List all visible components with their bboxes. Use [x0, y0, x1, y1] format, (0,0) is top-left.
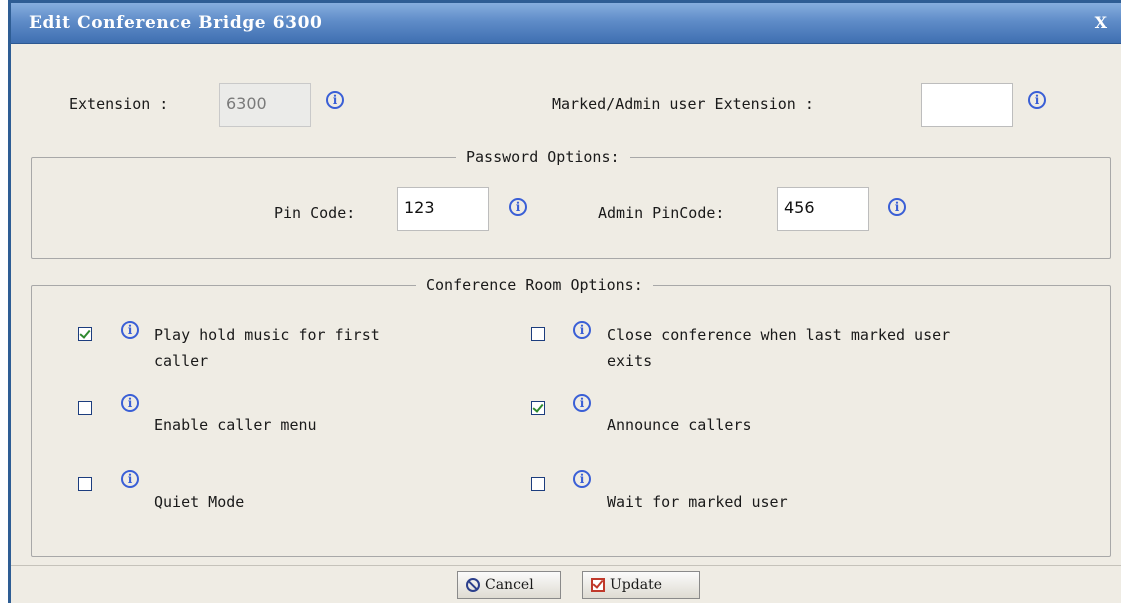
password-options-legend: Password Options:	[456, 148, 630, 166]
close-conference-label: Close conference when last marked user e…	[607, 326, 951, 370]
announce-callers-checkbox[interactable]	[531, 401, 545, 415]
info-icon[interactable]: i	[1028, 91, 1046, 109]
caller-menu-label: Enable caller menu	[154, 416, 317, 434]
dialog-titlebar: Edit Conference Bridge 6300 X	[11, 3, 1121, 44]
cancel-button[interactable]: Cancel	[457, 571, 561, 599]
info-icon[interactable]: i	[509, 198, 527, 216]
extension-label: Extension :	[69, 95, 169, 113]
checkbox-icon	[591, 578, 605, 592]
wait-marked-user-label: Wait for marked user	[607, 493, 788, 511]
info-icon[interactable]: i	[573, 470, 591, 488]
info-icon[interactable]: i	[121, 394, 139, 412]
info-icon[interactable]: i	[121, 470, 139, 488]
wait-marked-user-checkbox[interactable]	[531, 477, 545, 491]
admin-pincode-input[interactable]: 456	[777, 187, 869, 231]
admin-extension-input[interactable]	[921, 83, 1013, 127]
dialog-title: Edit Conference Bridge 6300	[29, 13, 323, 33]
info-icon[interactable]: i	[573, 394, 591, 412]
info-icon[interactable]: i	[573, 321, 591, 339]
admin-extension-label: Marked/Admin user Extension :	[552, 95, 814, 113]
admin-pincode-label: Admin PinCode:	[598, 204, 725, 222]
hold-music-checkbox[interactable]	[78, 327, 92, 341]
update-button[interactable]: Update	[582, 571, 700, 599]
password-options-group	[31, 157, 1111, 259]
cancel-icon	[466, 578, 480, 592]
quiet-mode-checkbox[interactable]	[78, 477, 92, 491]
hold-music-label: Play hold music for first caller	[154, 326, 380, 370]
conference-room-options-legend: Conference Room Options:	[416, 276, 653, 294]
caller-menu-checkbox[interactable]	[78, 401, 92, 415]
close-conference-checkbox[interactable]	[531, 327, 545, 341]
announce-callers-label: Announce callers	[607, 416, 752, 434]
cancel-button-label: Cancel	[485, 577, 534, 593]
footer-divider	[11, 565, 1121, 566]
pin-code-label: Pin Code:	[274, 204, 356, 222]
info-icon[interactable]: i	[888, 198, 906, 216]
pin-code-input[interactable]: 123	[397, 187, 489, 231]
extension-input: 6300	[219, 83, 311, 127]
update-button-label: Update	[610, 577, 662, 593]
quiet-mode-label: Quiet Mode	[154, 493, 245, 511]
info-icon[interactable]: i	[326, 91, 344, 109]
close-icon[interactable]: X	[1095, 13, 1107, 32]
info-icon[interactable]: i	[121, 321, 139, 339]
edit-conference-dialog: Edit Conference Bridge 6300 X Extension …	[8, 0, 1121, 603]
